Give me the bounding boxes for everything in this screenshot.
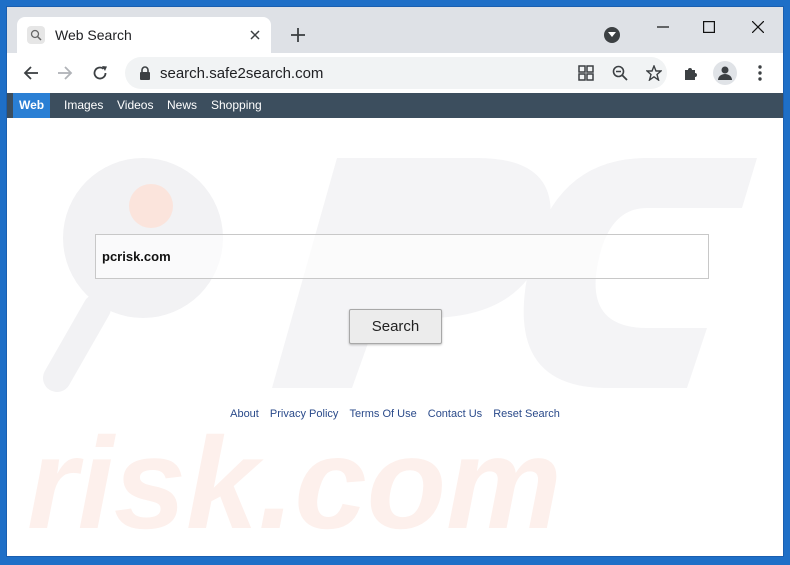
- tab-search-chevron-down-icon[interactable]: [604, 27, 620, 43]
- kebab-menu-icon[interactable]: [748, 61, 772, 85]
- watermark-text: risk.com: [27, 410, 562, 556]
- nav-item-videos[interactable]: Videos: [111, 93, 159, 118]
- footer-links: About Privacy Policy Terms Of Use Contac…: [7, 408, 783, 420]
- nav-item-web[interactable]: Web: [13, 93, 51, 118]
- reload-icon[interactable]: [88, 61, 112, 85]
- lock-icon[interactable]: [139, 66, 153, 80]
- tab-title: Web Search: [55, 27, 132, 43]
- page-content: risk.com Search About Privacy Policy Ter…: [7, 118, 783, 556]
- avatar-icon[interactable]: [713, 61, 737, 85]
- forward-arrow-icon[interactable]: [53, 61, 77, 85]
- search-button[interactable]: Search: [349, 309, 442, 344]
- back-arrow-icon[interactable]: [19, 61, 43, 85]
- address-bar[interactable]: search.safe2search.com: [125, 57, 667, 89]
- footer-link-contact-us[interactable]: Contact Us: [428, 408, 482, 420]
- nav-item-images[interactable]: Images: [58, 93, 109, 118]
- search-icon: [27, 26, 45, 44]
- zoom-out-icon[interactable]: [610, 63, 630, 83]
- footer-link-privacy-policy[interactable]: Privacy Policy: [270, 408, 338, 420]
- nav-item-shopping[interactable]: Shopping: [205, 93, 268, 118]
- browser-toolbar: search.safe2search.com: [7, 53, 783, 93]
- close-window-icon[interactable]: [738, 13, 778, 41]
- browser-window: Web Search search.safe2search.com Web Im…: [6, 6, 784, 557]
- search-input[interactable]: [95, 234, 709, 279]
- footer-link-terms-of-use[interactable]: Terms Of Use: [349, 408, 416, 420]
- site-nav-bar: Web Images Videos News Shopping: [7, 93, 783, 118]
- tab-strip: Web Search: [7, 7, 783, 53]
- maximize-icon[interactable]: [689, 13, 729, 41]
- url-text[interactable]: search.safe2search.com: [160, 65, 323, 82]
- new-tab-plus-icon[interactable]: [287, 24, 309, 46]
- tab-close-icon[interactable]: [245, 25, 265, 45]
- browser-tab[interactable]: Web Search: [17, 17, 271, 53]
- minimize-icon[interactable]: [643, 13, 683, 41]
- footer-link-reset-search[interactable]: Reset Search: [493, 408, 560, 420]
- footer-link-about[interactable]: About: [230, 408, 259, 420]
- puzzle-icon[interactable]: [679, 61, 703, 85]
- apps-icon[interactable]: [576, 63, 596, 83]
- star-icon[interactable]: [644, 63, 664, 83]
- nav-item-news[interactable]: News: [161, 93, 203, 118]
